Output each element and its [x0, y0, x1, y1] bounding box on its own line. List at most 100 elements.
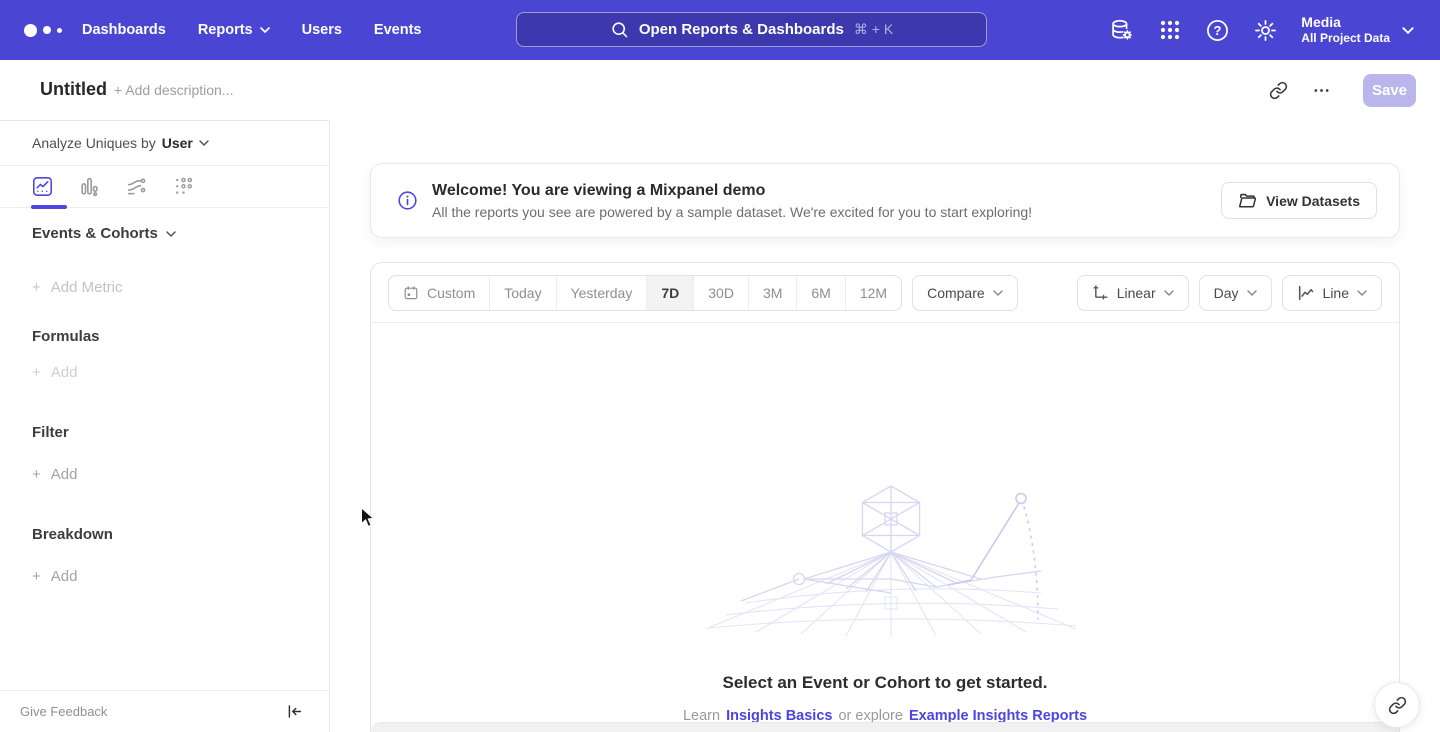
add-filter-button[interactable]: + Add — [32, 466, 77, 483]
insights-chart-card: Custom Today Yesterday 7D 30D 3M 6M 12M … — [370, 262, 1400, 732]
add-formula-button[interactable]: + Add — [32, 364, 77, 381]
save-button[interactable]: Save — [1363, 74, 1416, 107]
range-today[interactable]: Today — [489, 276, 555, 310]
add-metric-label: Add Metric — [51, 279, 123, 296]
folder-icon — [1238, 191, 1257, 210]
mixpanel-app: Dashboards Reports Users Events Open Rep… — [0, 0, 1440, 732]
share-link-fab[interactable] — [1374, 682, 1420, 728]
report-header-bar: Untitled + Add description... Save — [0, 60, 1440, 120]
report-main-area: Welcome! You are viewing a Mixpanel demo… — [331, 120, 1440, 732]
chevron-down-icon — [993, 290, 1003, 296]
granularity-dropdown[interactable]: Day — [1199, 275, 1272, 311]
chevron-down-icon — [199, 140, 209, 146]
plus-icon: + — [32, 279, 41, 296]
filter-section-header: Filter — [32, 424, 69, 441]
nav-reports[interactable]: Reports — [198, 22, 270, 38]
logo-dot-large — [24, 24, 37, 37]
range-30d[interactable]: 30D — [693, 276, 748, 310]
collapse-sidebar-icon[interactable] — [286, 703, 303, 720]
chart-type-dropdown[interactable]: Line — [1282, 275, 1382, 311]
chevron-down-icon — [260, 27, 270, 33]
add-filter-label: Add — [51, 466, 78, 483]
global-search-input[interactable]: Open Reports & Dashboards ⌘ + K — [516, 12, 987, 47]
help-icon[interactable]: ? — [1205, 18, 1230, 43]
formulas-section-header: Formulas — [32, 328, 100, 345]
analyze-prefix-label: Analyze Uniques by — [32, 135, 156, 151]
line-chart-icon — [1297, 284, 1315, 302]
breakdown-label: Breakdown — [32, 526, 113, 543]
give-feedback-link[interactable]: Give Feedback — [20, 704, 107, 719]
range-12m[interactable]: 12M — [845, 276, 901, 310]
nav-users[interactable]: Users — [302, 22, 342, 38]
analyze-value-label: User — [162, 135, 193, 151]
breakdown-section-header: Breakdown — [32, 526, 113, 543]
plus-icon: + — [32, 466, 41, 483]
range-custom[interactable]: Custom — [389, 276, 489, 310]
chart-type-tabs — [0, 166, 329, 208]
nav-events[interactable]: Events — [374, 22, 422, 38]
plus-icon: + — [32, 568, 41, 585]
info-icon — [397, 190, 418, 211]
range-custom-label: Custom — [427, 285, 475, 301]
tab-flows-icon[interactable] — [126, 176, 147, 197]
events-cohorts-label: Events & Cohorts — [32, 225, 158, 242]
analyze-uniques-row: Analyze Uniques by User — [0, 121, 329, 166]
empty-state-illustration — [686, 481, 1086, 646]
banner-subtitle: All the reports you see are powered by a… — [432, 204, 1221, 220]
query-builder-sidebar: Analyze Uniques by User — [0, 120, 330, 732]
nav-reports-label: Reports — [198, 22, 253, 38]
range-6m[interactable]: 6M — [796, 276, 844, 310]
nav-dashboards[interactable]: Dashboards — [82, 22, 166, 38]
report-description-placeholder[interactable]: + Add description... — [114, 82, 233, 98]
scale-dropdown[interactable]: Linear — [1077, 275, 1189, 311]
add-metric-button[interactable]: + Add Metric — [32, 279, 122, 296]
tab-retention-grid-icon[interactable] — [173, 176, 194, 197]
view-datasets-button[interactable]: View Datasets — [1221, 182, 1377, 219]
add-breakdown-button[interactable]: + Add — [32, 568, 77, 585]
view-datasets-label: View Datasets — [1266, 193, 1360, 209]
compare-dropdown[interactable]: Compare — [912, 275, 1018, 311]
primary-nav: Dashboards Reports Users Events — [82, 22, 421, 38]
settings-gear-icon[interactable] — [1253, 18, 1278, 43]
chevron-down-icon — [1402, 27, 1414, 34]
chevron-down-icon — [166, 231, 176, 237]
collapsed-breakdown-panel-edge[interactable] — [371, 722, 1399, 732]
search-placeholder: Open Reports & Dashboards — [639, 21, 844, 38]
chevron-down-icon — [1164, 290, 1174, 296]
more-options-icon[interactable] — [1313, 84, 1330, 97]
granularity-label: Day — [1214, 285, 1239, 301]
project-switcher[interactable]: Media All Project Data — [1301, 14, 1414, 46]
chart-type-label: Line — [1323, 285, 1349, 301]
add-breakdown-label: Add — [51, 568, 78, 585]
copy-link-icon[interactable] — [1269, 81, 1288, 100]
formulas-label: Formulas — [32, 328, 100, 345]
search-icon — [610, 20, 629, 39]
top-nav: Dashboards Reports Users Events Open Rep… — [0, 0, 1440, 60]
project-scope: All Project Data — [1301, 31, 1390, 46]
tab-bar-chart-icon[interactable] — [79, 176, 100, 197]
chevron-down-icon — [1247, 290, 1257, 296]
axes-icon — [1092, 284, 1109, 301]
display-controls: Linear Day Line — [1077, 275, 1382, 311]
analyze-value-dropdown[interactable]: User — [162, 135, 209, 151]
date-range-segmented-control: Custom Today Yesterday 7D 30D 3M 6M 12M — [388, 275, 902, 311]
calendar-icon — [403, 285, 419, 301]
project-text: Media All Project Data — [1301, 14, 1390, 46]
link-icon — [1388, 696, 1407, 715]
search-shortcut: ⌘ + K — [854, 21, 893, 38]
events-cohorts-section-header[interactable]: Events & Cohorts — [32, 225, 176, 242]
report-title[interactable]: Untitled — [40, 79, 107, 100]
sidebar-footer: Give Feedback — [0, 690, 329, 732]
nav-right-actions: ? Media All Project Data — [1109, 0, 1414, 60]
project-name: Media — [1301, 14, 1390, 31]
range-yesterday[interactable]: Yesterday — [556, 276, 647, 310]
filter-label: Filter — [32, 424, 69, 441]
compare-label: Compare — [927, 285, 985, 301]
range-7d[interactable]: 7D — [646, 276, 693, 310]
range-3m[interactable]: 3M — [748, 276, 796, 310]
empty-state-title: Select an Event or Cohort to get started… — [371, 673, 1399, 693]
apps-grid-icon[interactable] — [1158, 18, 1182, 42]
tab-insights-line-icon[interactable] — [32, 176, 53, 197]
data-management-icon[interactable] — [1109, 17, 1135, 43]
mixpanel-logo-icon[interactable] — [24, 24, 64, 37]
